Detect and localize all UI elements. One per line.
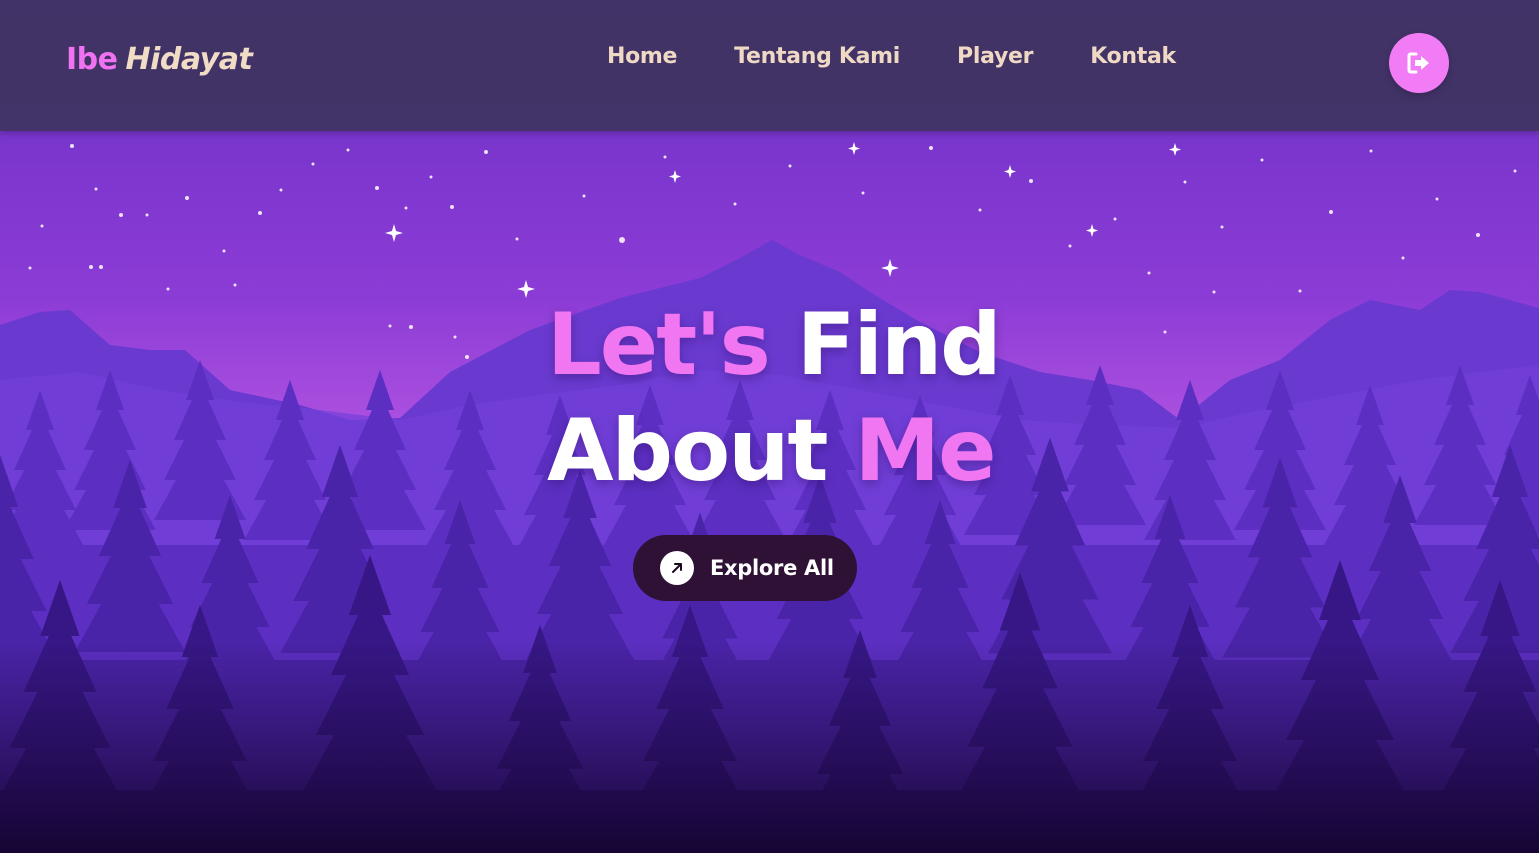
sign-out-icon [1407, 52, 1429, 74]
main-nav: Home Tentang Kami Player Kontak [607, 44, 1176, 69]
hero-word-me: Me [854, 401, 997, 501]
brand-logo[interactable]: Ibe Hidayat [66, 42, 253, 77]
explore-all-button[interactable]: Explore All [633, 535, 857, 601]
hero-word-find: Find [796, 295, 1002, 395]
top-navbar: Ibe Hidayat Home Tentang Kami Player Kont… [0, 0, 1539, 131]
nav-link-tentang-kami[interactable]: Tentang Kami [734, 44, 900, 69]
hero-heading: Let's Find About Me [547, 292, 1002, 504]
explore-all-label: Explore All [710, 556, 834, 580]
logout-button[interactable] [1389, 33, 1449, 93]
hero-word-lets: Let's [547, 295, 771, 395]
nav-link-player[interactable]: Player [957, 44, 1033, 69]
brand-first-name: Ibe [66, 42, 118, 77]
hero-word-about: About [547, 401, 829, 501]
brand-last-name: Hidayat [125, 42, 253, 77]
nav-link-kontak[interactable]: Kontak [1090, 44, 1176, 69]
arrow-up-right-icon [660, 551, 694, 585]
nav-link-home[interactable]: Home [607, 44, 677, 69]
